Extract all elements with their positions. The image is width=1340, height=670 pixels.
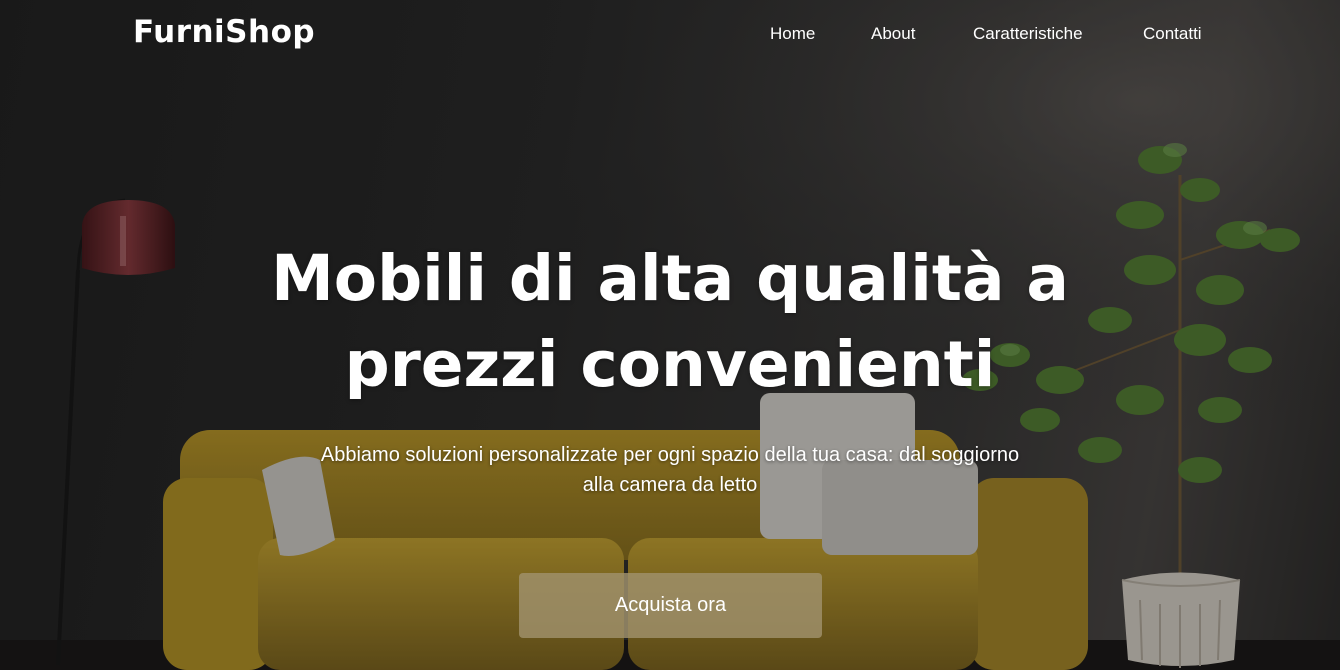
hero-section: FurniShop Home About Caratteristiche Con…: [0, 0, 1340, 670]
buy-now-button[interactable]: Acquista ora: [519, 573, 822, 638]
main-nav: Home About Caratteristiche Contatti: [0, 24, 1340, 48]
nav-about[interactable]: About: [871, 24, 915, 44]
hero-subtitle: Abbiamo soluzioni personalizzate per ogn…: [320, 444, 1020, 496]
nav-caratteristiche[interactable]: Caratteristiche: [973, 24, 1083, 44]
nav-home[interactable]: Home: [770, 24, 815, 44]
hero-headline: Mobili di alta qualità a prezzi convenie…: [271, 242, 1069, 401]
nav-contatti[interactable]: Contatti: [1143, 24, 1202, 44]
